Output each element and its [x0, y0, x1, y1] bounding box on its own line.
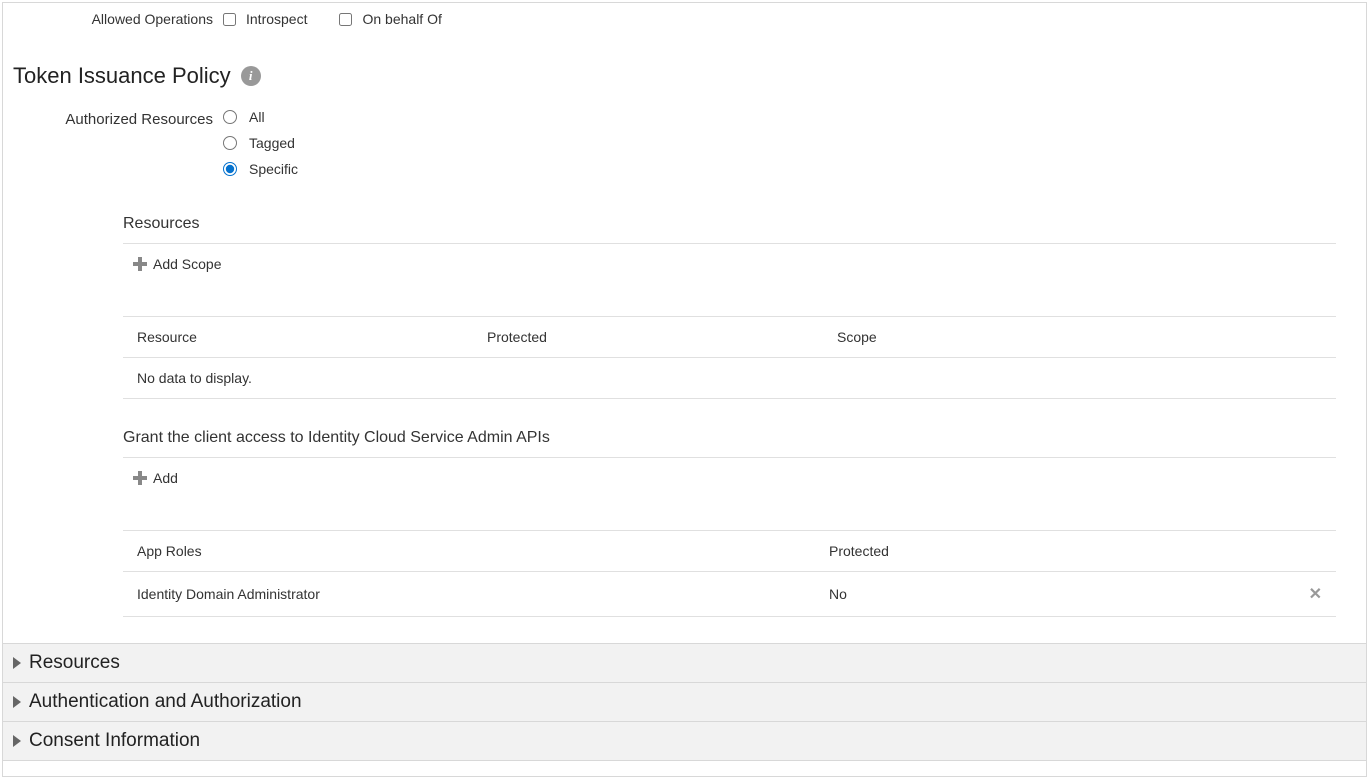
tagged-radio[interactable] [223, 136, 237, 150]
allowed-operations-label: Allowed Operations [3, 11, 223, 27]
remove-cell: ✕ [1282, 584, 1322, 604]
chevron-right-icon [13, 696, 21, 708]
all-radio-label[interactable]: All [249, 109, 265, 125]
table-header-row: Resource Protected Scope [123, 317, 1336, 358]
protected-header: Protected [829, 543, 1282, 559]
resources-title: Resources [123, 215, 1336, 244]
add-label: Add [153, 470, 178, 486]
allowed-operations-row: Allowed Operations Introspect On behalf … [3, 3, 1366, 33]
accordion-consent-label: Consent Information [29, 730, 200, 752]
resource-header: Resource [137, 329, 487, 345]
table-row: Identity Domain Administrator No ✕ [123, 572, 1336, 617]
grant-subsection: Grant the client access to Identity Clou… [3, 429, 1366, 617]
onbehalf-label[interactable]: On behalf Of [362, 11, 441, 27]
accordion-consent[interactable]: Consent Information [3, 721, 1366, 761]
app-roles-table: App Roles Protected Identity Domain Admi… [123, 530, 1336, 617]
plus-icon [133, 471, 147, 485]
accordion-section: Resources Authentication and Authorizati… [3, 643, 1366, 761]
chevron-right-icon [13, 735, 21, 747]
introspect-option: Introspect [223, 11, 307, 27]
accordion-resources[interactable]: Resources [3, 643, 1366, 682]
all-radio[interactable] [223, 110, 237, 124]
radio-option-all: All [223, 109, 298, 125]
add-scope-label: Add Scope [153, 256, 222, 272]
onbehalf-option: On behalf Of [339, 11, 441, 27]
grant-title: Grant the client access to Identity Clou… [123, 429, 1336, 458]
onbehalf-checkbox[interactable] [339, 13, 352, 26]
tagged-radio-label[interactable]: Tagged [249, 135, 295, 151]
accordion-auth-label: Authentication and Authorization [29, 691, 302, 713]
introspect-label[interactable]: Introspect [246, 11, 307, 27]
chevron-right-icon [13, 657, 21, 669]
protected-cell: No [829, 586, 1282, 602]
role-cell: Identity Domain Administrator [137, 586, 829, 602]
plus-icon [133, 257, 147, 271]
specific-radio[interactable] [223, 162, 237, 176]
token-policy-heading: Token Issuance Policy i [3, 33, 1366, 97]
app-roles-header: App Roles [137, 543, 829, 559]
authorized-resources-label: Authorized Resources [3, 109, 223, 177]
scope-header: Scope [837, 329, 1322, 345]
specific-radio-label[interactable]: Specific [249, 161, 298, 177]
introspect-checkbox[interactable] [223, 13, 236, 26]
table-header-row: App Roles Protected [123, 531, 1336, 572]
token-policy-title: Token Issuance Policy [13, 63, 231, 89]
authorized-resources-group: Authorized Resources All Tagged Specific [3, 97, 1366, 185]
radio-options: All Tagged Specific [223, 109, 298, 177]
add-scope-button[interactable]: Add Scope [123, 244, 1336, 284]
info-icon[interactable]: i [241, 66, 261, 86]
table-empty-row: No data to display. [123, 358, 1336, 399]
protected-header: Protected [487, 329, 837, 345]
resources-subsection: Resources Add Scope Resource Protected S… [3, 215, 1366, 399]
empty-message: No data to display. [137, 370, 487, 386]
close-icon[interactable]: ✕ [1309, 586, 1322, 603]
radio-option-specific: Specific [223, 161, 298, 177]
accordion-auth[interactable]: Authentication and Authorization [3, 682, 1366, 721]
add-button[interactable]: Add [123, 458, 1336, 498]
radio-option-tagged: Tagged [223, 135, 298, 151]
resources-table: Resource Protected Scope No data to disp… [123, 316, 1336, 399]
accordion-resources-label: Resources [29, 652, 120, 674]
